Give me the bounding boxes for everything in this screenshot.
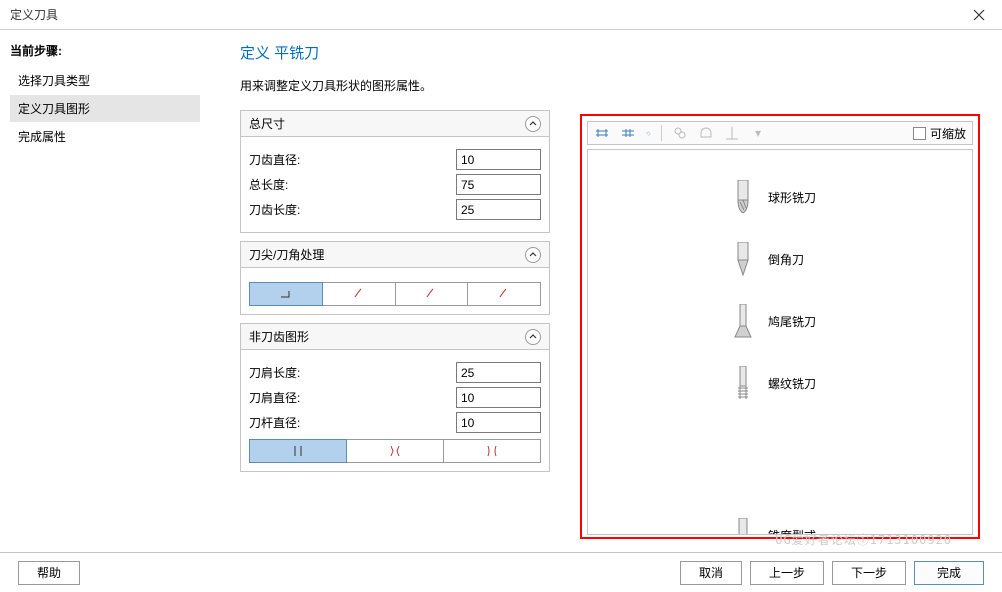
titlebar: 定义刀具 <box>0 0 1002 30</box>
shade-icon[interactable] <box>698 125 714 141</box>
tool-item-dovetail[interactable]: 鸠尾铣刀 <box>588 304 972 338</box>
thread-mill-icon <box>732 366 754 400</box>
label-tooth-diameter: 刀齿直径: <box>249 151 456 168</box>
scalable-checkbox[interactable]: 可缩放 <box>913 125 966 142</box>
watermark-text: UG爱好者论坛①1713100920 <box>775 531 952 548</box>
finish-button[interactable]: 完成 <box>914 561 984 585</box>
view-side-icon[interactable] <box>620 125 636 141</box>
label-tooth-length: 刀齿长度: <box>249 201 456 218</box>
sidebar: 当前步骤: 选择刀具类型 定义刀具图形 完成属性 <box>0 30 210 552</box>
dovetail-mill-icon <box>732 304 754 338</box>
tool-item-chamfer[interactable]: 倒角刀 <box>588 242 972 276</box>
panel-header-body[interactable]: 非刀齿图形 <box>241 324 549 350</box>
footer: 帮助 取消 上一步 下一步 完成 <box>0 552 1002 592</box>
rotate-icon[interactable] <box>646 125 662 141</box>
chamfer-mill-icon <box>732 242 754 276</box>
input-tooth-diameter[interactable] <box>456 149 541 170</box>
shank-option-2[interactable] <box>346 439 444 463</box>
dropdown-icon[interactable]: ▾ <box>750 125 766 141</box>
panel-header-label: 总尺寸 <box>249 115 285 132</box>
collapse-icon[interactable] <box>525 329 541 345</box>
label-shoulder-diameter: 刀肩直径: <box>249 389 456 406</box>
label-total-length: 总长度: <box>249 176 456 193</box>
input-shank-diameter[interactable] <box>456 412 541 433</box>
step-define-shape[interactable]: 定义刀具图形 <box>10 95 200 122</box>
tip-option-2[interactable] <box>322 282 396 306</box>
tip-option-3[interactable] <box>395 282 469 306</box>
step-complete-props[interactable]: 完成属性 <box>10 123 200 150</box>
tool-label: 球形铣刀 <box>768 189 828 206</box>
input-tooth-length[interactable] <box>456 199 541 220</box>
tool-label: 鸠尾铣刀 <box>768 313 828 330</box>
preview-pane: ▾ 可缩放 球形铣刀 倒角刀 鸠尾铣刀 螺纹 <box>580 114 980 539</box>
panel-header-label: 刀尖/刀角处理 <box>249 246 324 263</box>
ball-mill-icon <box>732 180 754 214</box>
tool-label: 倒角刀 <box>768 251 828 268</box>
input-shoulder-length[interactable] <box>456 362 541 383</box>
close-button[interactable] <box>956 0 1002 30</box>
tool-item-ball[interactable]: 球形铣刀 <box>588 180 972 214</box>
view-front-icon[interactable] <box>594 125 610 141</box>
zoom-fit-icon[interactable] <box>672 125 688 141</box>
next-button[interactable]: 下一步 <box>832 561 906 585</box>
panel-non-tooth-shape: 非刀齿图形 刀肩长度: 刀肩直径: 刀杆直径: <box>240 323 550 472</box>
axis-icon[interactable] <box>724 125 740 141</box>
collapse-icon[interactable] <box>525 247 541 263</box>
content-area: 定义 平铣刀 用来调整定义刀具形状的图形属性。 总尺寸 刀齿直径: 总长度: 刀… <box>210 30 1002 552</box>
checkbox-icon <box>913 127 926 140</box>
help-button[interactable]: 帮助 <box>18 561 80 585</box>
tool-label: 螺纹铣刀 <box>768 375 828 392</box>
cancel-button[interactable]: 取消 <box>680 561 742 585</box>
panel-overall-size: 总尺寸 刀齿直径: 总长度: 刀齿长度: <box>240 110 550 233</box>
shank-option-3[interactable] <box>443 439 541 463</box>
panel-tip-corner: 刀尖/刀角处理 <box>240 241 550 315</box>
input-total-length[interactable] <box>456 174 541 195</box>
tool-item-thread[interactable]: 螺纹铣刀 <box>588 366 972 400</box>
shank-option-1[interactable] <box>249 439 347 463</box>
prev-button[interactable]: 上一步 <box>750 561 824 585</box>
tip-option-1[interactable] <box>249 282 323 306</box>
input-shoulder-diameter[interactable] <box>456 387 541 408</box>
tip-option-4[interactable] <box>467 282 541 306</box>
preview-toolbar: ▾ 可缩放 <box>587 121 973 145</box>
label-shoulder-length: 刀肩长度: <box>249 364 456 381</box>
page-description: 用来调整定义刀具形状的图形属性。 <box>240 77 980 94</box>
label-shank-diameter: 刀杆直径: <box>249 414 456 431</box>
collapse-icon[interactable] <box>525 116 541 132</box>
page-title: 定义 平铣刀 <box>240 42 980 63</box>
tool-list[interactable]: 球形铣刀 倒角刀 鸠尾铣刀 螺纹铣刀 锥度型式 <box>587 149 973 535</box>
panel-header-overall[interactable]: 总尺寸 <box>241 111 549 137</box>
taper-mill-icon <box>732 518 754 535</box>
panel-header-label: 非刀齿图形 <box>249 328 309 345</box>
panel-header-tip[interactable]: 刀尖/刀角处理 <box>241 242 549 268</box>
scalable-label: 可缩放 <box>930 125 966 142</box>
sidebar-header: 当前步骤: <box>10 42 200 59</box>
window-title: 定义刀具 <box>10 6 58 23</box>
step-select-type[interactable]: 选择刀具类型 <box>10 67 200 94</box>
